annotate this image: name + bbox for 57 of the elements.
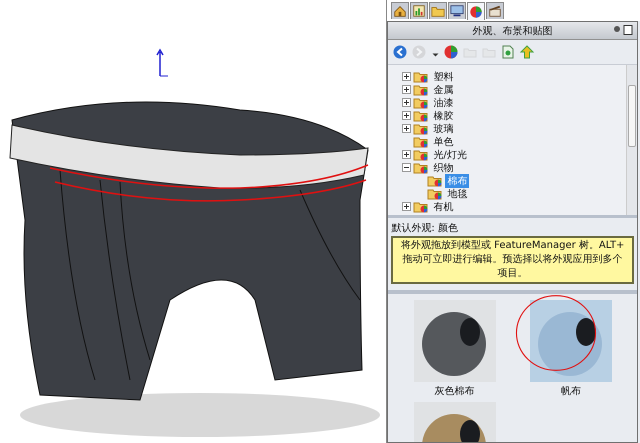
pin-icon[interactable] bbox=[613, 25, 633, 35]
tree-item[interactable]: 单色 bbox=[431, 134, 456, 148]
folder-icon bbox=[413, 96, 430, 109]
folder-icon bbox=[413, 122, 430, 135]
tree-item[interactable]: 地毯 bbox=[445, 186, 470, 200]
house-icon bbox=[393, 4, 408, 18]
color-ball-icon bbox=[443, 44, 460, 60]
panel-tab[interactable] bbox=[391, 2, 410, 19]
swatch-label: 灰色棉布 bbox=[434, 384, 475, 398]
panel-tab[interactable] bbox=[448, 2, 466, 19]
chart-icon bbox=[412, 4, 426, 18]
panel-tab[interactable] bbox=[486, 2, 504, 19]
back-button[interactable] bbox=[392, 44, 408, 60]
clapper-icon bbox=[488, 4, 502, 18]
tree-item[interactable]: 玻璃 bbox=[431, 122, 456, 136]
expand-icon[interactable] bbox=[402, 85, 412, 94]
tree-item[interactable]: 塑料 bbox=[431, 70, 456, 84]
scrollbar[interactable] bbox=[626, 65, 637, 215]
folder-icon bbox=[427, 187, 444, 200]
expand-icon[interactable] bbox=[402, 111, 412, 120]
tree-item[interactable]: 织物 bbox=[431, 160, 456, 174]
folder-icon bbox=[413, 148, 430, 161]
swatch-label: 帆布 bbox=[560, 385, 581, 398]
folder-icon bbox=[413, 200, 430, 213]
document-button[interactable] bbox=[500, 44, 516, 60]
tooltip: 将外观拖放到模型或 FeatureManager 树。ALT+ 拖动可立即进行编辑。预选择以将外观应用到多个项目。 bbox=[391, 236, 634, 284]
folder-icon bbox=[413, 109, 430, 122]
folder-icon bbox=[413, 161, 430, 174]
color-ball-icon bbox=[469, 4, 484, 18]
up-arrow-icon bbox=[519, 44, 536, 60]
sphere-thumbnail[interactable] bbox=[414, 300, 496, 382]
expand-icon[interactable] bbox=[402, 124, 412, 133]
panel-tab[interactable] bbox=[467, 2, 486, 20]
tree-item[interactable]: 光/灯光 bbox=[431, 148, 469, 162]
expand-icon[interactable] bbox=[402, 72, 412, 81]
monitor-icon bbox=[450, 4, 464, 18]
tree-item[interactable]: 橡胶 bbox=[431, 108, 456, 122]
collapse-icon[interactable] bbox=[402, 163, 412, 172]
default-appearance-label: 默认外观: 颜色 bbox=[390, 222, 459, 236]
tree-item[interactable]: 有机 bbox=[431, 200, 456, 214]
expand-icon[interactable] bbox=[402, 202, 412, 211]
tree-item[interactable]: 金属 bbox=[431, 82, 456, 96]
panel-tab[interactable] bbox=[410, 2, 428, 19]
folder-icon bbox=[427, 174, 444, 187]
sphere-thumbnail[interactable] bbox=[530, 300, 612, 382]
caret-icon bbox=[432, 52, 439, 56]
tree-item[interactable]: 油漆 bbox=[431, 96, 456, 110]
folder-icon bbox=[413, 83, 430, 96]
expand-icon[interactable] bbox=[402, 150, 412, 159]
expand-icon[interactable] bbox=[402, 98, 412, 107]
folder-icon bbox=[431, 4, 446, 18]
folder-icon bbox=[413, 135, 430, 148]
panel-title: 外观、布景和贴图 bbox=[472, 24, 553, 38]
up-button[interactable] bbox=[519, 44, 536, 60]
folder-icon bbox=[413, 70, 430, 83]
appearance-button[interactable] bbox=[443, 44, 460, 60]
document-icon bbox=[500, 44, 516, 60]
